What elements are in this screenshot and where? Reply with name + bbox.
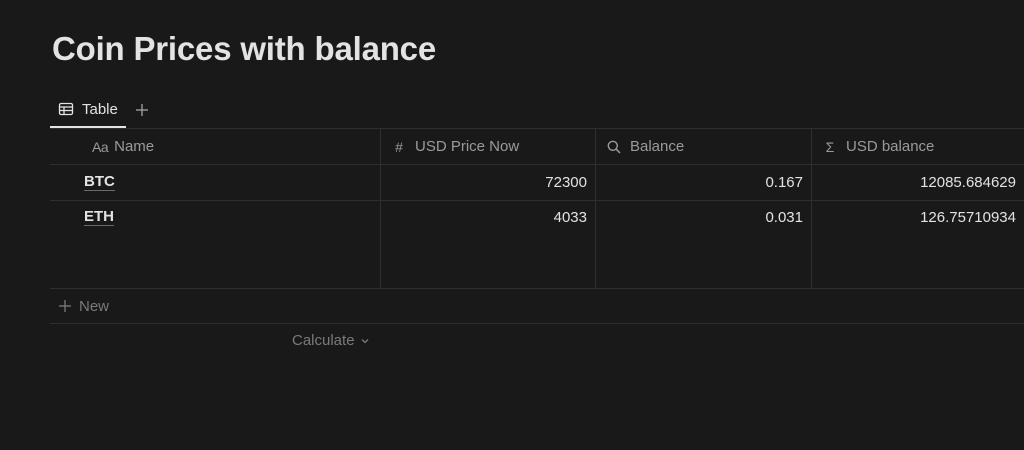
page-title[interactable]: Coin Prices with balance [52,30,436,68]
usd-price-now-cell[interactable]: 72300 [381,165,596,200]
balance-cell[interactable]: 0.167 [596,165,812,200]
column-header-label: USD Price Now [415,138,520,155]
usd-balance-cell[interactable]: 12085.684629 [812,165,1024,200]
balance-cell[interactable]: 0.031 [596,201,812,288]
column-header-label: USD balance [846,138,935,155]
new-row-label: New [79,297,110,315]
table-icon [58,102,74,116]
name-cell[interactable]: ETH [50,201,381,288]
add-view-button[interactable] [132,100,152,120]
text-property-icon: Aa [92,138,109,155]
database-table: Aa Name # USD Price Now Balance Σ USD ba… [50,128,1024,360]
table-row: ETH 4033 0.031 126.75710934 [50,201,1024,289]
usd-balance-cell[interactable]: 126.75710934 [812,201,1024,288]
table-row: BTC 72300 0.167 12085.684629 [50,165,1024,201]
search-icon [607,140,621,154]
calculate-row: Calculate [50,324,1024,360]
row-title[interactable]: BTC [84,174,115,191]
tab-label: Table [82,100,118,118]
column-header-usd-balance[interactable]: Σ USD balance [812,129,1024,164]
chevron-down-icon [361,338,369,343]
add-new-row-button[interactable]: New [50,289,1024,324]
formula-property-icon: Σ [825,138,835,155]
calculate-button[interactable]: Calculate [292,332,370,349]
plus-icon [135,104,148,116]
column-header-label: Name [114,138,155,155]
number-property-icon: # [395,138,403,155]
column-header-name[interactable]: Aa Name [50,129,381,164]
table-header-row: Aa Name # USD Price Now Balance Σ USD ba… [50,128,1024,165]
tab-table-view[interactable]: Table [50,92,126,128]
database-page: Coin Prices with balance Table Aa Name #… [0,0,1024,450]
calculate-label: Calculate [292,332,355,349]
row-title[interactable]: ETH [84,209,114,226]
name-cell[interactable]: BTC [50,165,381,200]
column-header-usd-price-now[interactable]: # USD Price Now [381,129,596,164]
column-header-label: Balance [630,138,685,155]
usd-price-now-cell[interactable]: 4033 [381,201,596,288]
column-header-balance[interactable]: Balance [596,129,812,164]
plus-icon [59,300,71,312]
view-tabs: Table [50,92,152,128]
